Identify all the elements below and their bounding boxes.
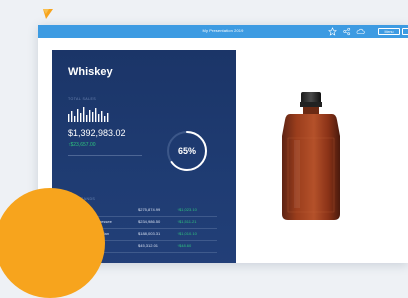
topbar: My Presentation 2019 Menu	[38, 25, 408, 38]
share-icon[interactable]	[342, 27, 351, 36]
app-logo-icon	[43, 9, 53, 19]
panel-title: Whiskey	[68, 66, 113, 78]
total-sales-value: $1,392,983.02	[68, 128, 126, 138]
total-sales-label: TOTAL SALES	[68, 97, 97, 101]
divider	[68, 155, 142, 156]
menu-button[interactable]: Menu	[378, 28, 400, 35]
star-icon[interactable]	[328, 27, 337, 36]
brand-change: ↑$1,023.10	[177, 207, 197, 212]
presentation-title: My Presentation 2019	[202, 28, 244, 33]
more-button[interactable]	[402, 28, 408, 35]
brand-change: ↑$1,010.10	[177, 231, 197, 236]
sales-sparkbars	[68, 107, 109, 122]
brand-amount: $234,986.50	[138, 219, 161, 224]
decorative-orange-circle	[0, 188, 105, 298]
whiskey-bottle-image	[282, 92, 340, 220]
brand-amount: $275,874.99	[138, 207, 161, 212]
total-sales-delta: ↑$23,657.00	[68, 142, 96, 148]
brand-amount: $45,312.01	[138, 243, 159, 248]
brand-amount: $188,003.31	[138, 231, 161, 236]
brand-change: ↑$48.60	[177, 243, 192, 248]
progress-percent: 65%	[177, 146, 196, 156]
brand-change: ↑$1,511.21	[177, 219, 197, 224]
cloud-icon[interactable]	[356, 27, 365, 36]
